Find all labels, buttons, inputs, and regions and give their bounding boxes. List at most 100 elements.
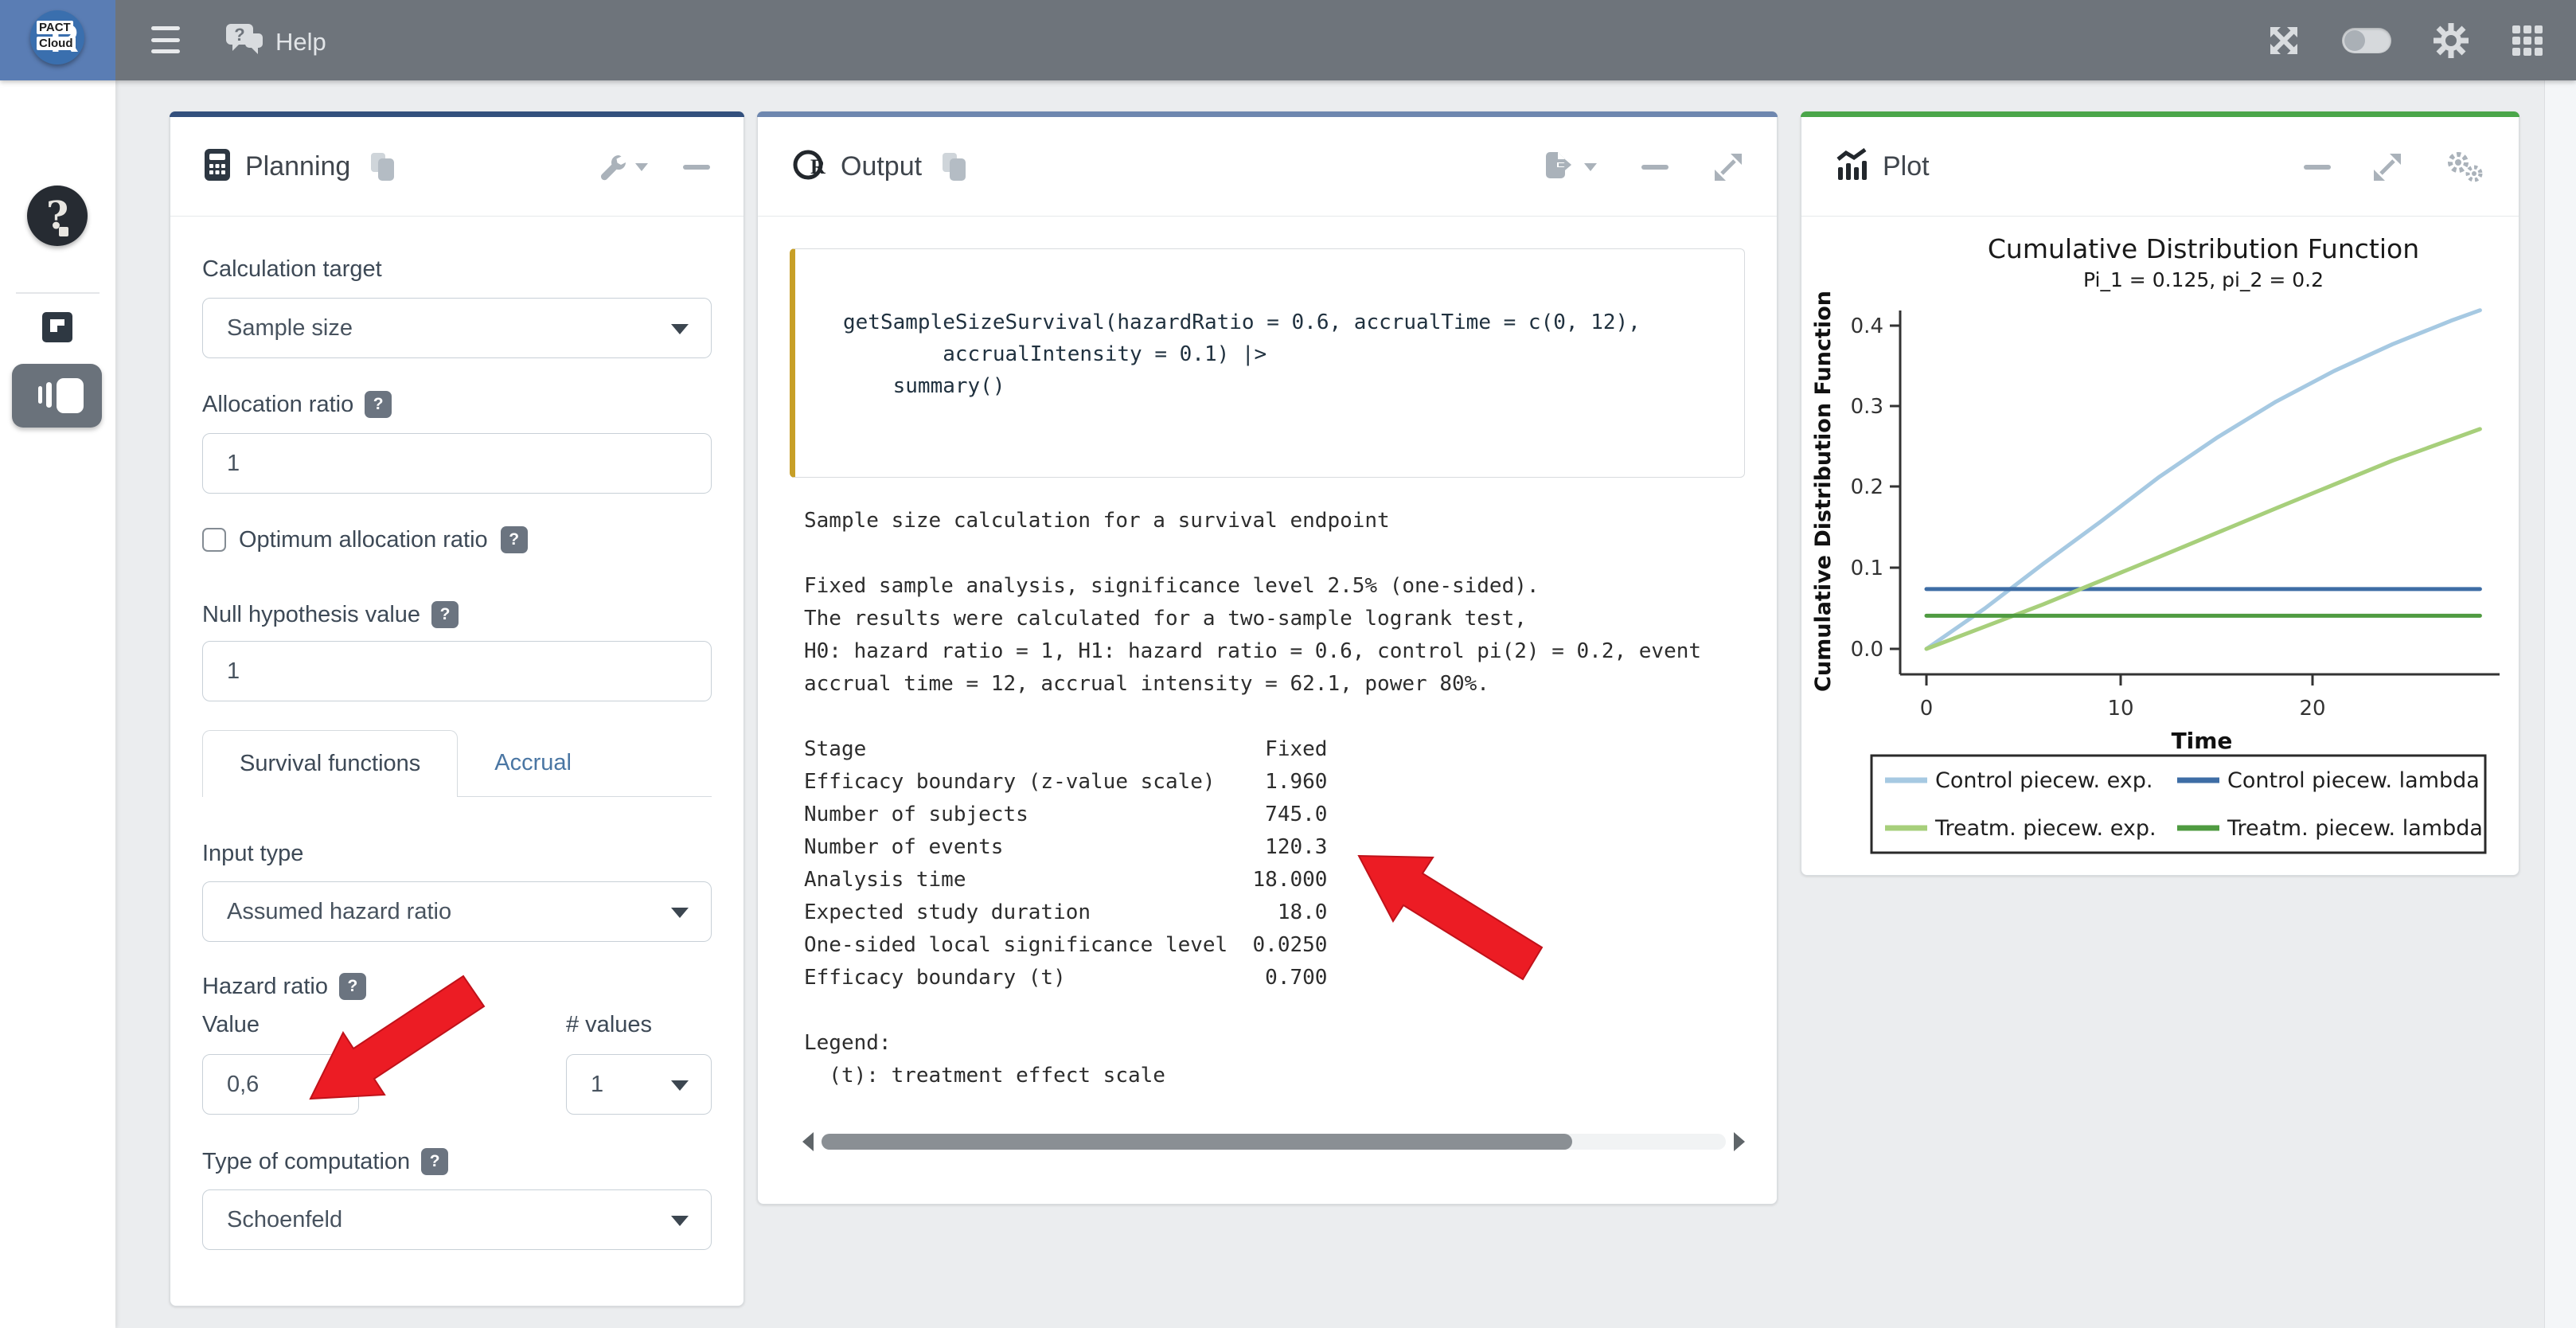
help-label: Help bbox=[275, 28, 326, 57]
grid-icon[interactable] bbox=[2511, 24, 2544, 57]
null-hypothesis-label-text: Null hypothesis value bbox=[202, 600, 420, 629]
legend-label: Treatm. piecew. exp. bbox=[1934, 816, 2156, 841]
logo-text-cloud: Cloud bbox=[37, 37, 76, 50]
hamburger-icon[interactable] bbox=[151, 26, 180, 53]
toggle-knob bbox=[2344, 30, 2365, 51]
scrollbar-track[interactable] bbox=[822, 1134, 1726, 1150]
help-badge-icon[interactable]: ? bbox=[421, 1148, 448, 1175]
plot-panel: Plot bbox=[1801, 111, 2519, 876]
output-accent-bar bbox=[757, 111, 1778, 117]
hazard-ratio-value-input[interactable]: 0,6 bbox=[202, 1054, 359, 1115]
help-badge-icon[interactable]: ? bbox=[365, 391, 392, 418]
chevron-down-icon bbox=[671, 908, 689, 918]
input-type-label-text: Input type bbox=[202, 839, 303, 868]
minus-icon bbox=[2304, 165, 2331, 170]
output-panel: R Output bbox=[757, 111, 1778, 1205]
expand-icon bbox=[2372, 152, 2402, 182]
hazard-ratio-label: Hazard ratio ? bbox=[202, 972, 712, 1001]
export-button[interactable] bbox=[1543, 151, 1597, 183]
expand-icon bbox=[1713, 152, 1743, 182]
plot-title: Plot bbox=[1883, 151, 1930, 182]
copy-icon[interactable] bbox=[371, 153, 395, 182]
tab-accrual-label: Accrual bbox=[494, 750, 572, 776]
sidebar-divider bbox=[16, 292, 100, 294]
svg-text:0: 0 bbox=[1920, 697, 1934, 721]
plot-settings-button[interactable] bbox=[2444, 150, 2485, 185]
expand-button[interactable] bbox=[1713, 152, 1743, 182]
svg-text:0.1: 0.1 bbox=[1851, 557, 1883, 580]
scrollbar-thumb[interactable] bbox=[822, 1134, 1572, 1150]
chart-icon bbox=[1835, 148, 1868, 186]
allocation-ratio-input[interactable]: 1 bbox=[202, 433, 712, 494]
computation-type-label: Type of computation ? bbox=[202, 1147, 712, 1176]
value-label: Value bbox=[202, 1010, 359, 1039]
calculation-target-select[interactable]: Sample size bbox=[202, 298, 712, 358]
planning-header: Planning bbox=[170, 118, 744, 217]
calculator-icon bbox=[204, 148, 231, 186]
scroll-left-icon[interactable] bbox=[802, 1132, 814, 1151]
tab-strip: Accrual bbox=[458, 730, 712, 797]
tab-survival-functions[interactable]: Survival functions bbox=[202, 730, 458, 797]
rpact-logo-icon: R PACT Cloud bbox=[30, 10, 84, 64]
logo-text-pact: PACT bbox=[37, 21, 73, 34]
help-badge-icon[interactable]: ? bbox=[501, 526, 528, 553]
app-logo[interactable]: R PACT Cloud bbox=[0, 0, 115, 80]
optimum-allocation-checkbox[interactable] bbox=[202, 528, 226, 552]
help-button[interactable]: ? Help bbox=[224, 21, 326, 63]
num-values-select[interactable]: 1 bbox=[566, 1054, 712, 1115]
collapse-button[interactable] bbox=[2304, 165, 2331, 170]
planning-accent-bar bbox=[170, 111, 744, 117]
chevron-down-icon bbox=[635, 163, 648, 171]
panels-icon bbox=[12, 364, 102, 428]
legend-label: Control piecew. lambda bbox=[2227, 768, 2480, 793]
series-control-piecew-exp bbox=[1926, 311, 2480, 649]
help-badge-icon[interactable]: ? bbox=[339, 973, 366, 1000]
tab-accrual[interactable]: Accrual bbox=[458, 730, 608, 796]
r-output-text: Sample size calculation for a survival e… bbox=[804, 505, 1721, 1092]
horizontal-scrollbar bbox=[802, 1132, 1745, 1151]
optimum-allocation-row: Optimum allocation ratio ? bbox=[202, 526, 712, 553]
r-code-block: getSampleSizeSurvival(hazardRatio = 0.6,… bbox=[790, 248, 1745, 478]
help-chat-icon: ? bbox=[224, 21, 266, 63]
svg-text:?: ? bbox=[234, 25, 244, 45]
copy-icon[interactable] bbox=[943, 153, 966, 182]
expand-button[interactable] bbox=[2372, 152, 2402, 182]
output-body: getSampleSizeSurvival(hazardRatio = 0.6,… bbox=[758, 217, 1777, 1204]
null-hypothesis-input[interactable]: 1 bbox=[202, 641, 712, 701]
x-axis-label: Time bbox=[2172, 728, 2233, 754]
y-axis-label: Cumulative Distribution Function bbox=[1811, 291, 1836, 692]
sidebar: ? bbox=[0, 80, 115, 1328]
svg-text:R: R bbox=[810, 155, 825, 178]
sidebar-item-flag-icon[interactable] bbox=[42, 312, 72, 342]
svg-text:0.2: 0.2 bbox=[1851, 475, 1883, 499]
x-tick-marks bbox=[1926, 674, 2313, 685]
page-scrollbar-gutter[interactable] bbox=[2544, 80, 2576, 1328]
svg-text:0.3: 0.3 bbox=[1851, 395, 1883, 419]
sun-icon[interactable] bbox=[2433, 22, 2469, 59]
output-title: Output bbox=[841, 151, 922, 182]
tab-survival-functions-label: Survival functions bbox=[240, 751, 420, 777]
allocation-ratio-label-text: Allocation ratio bbox=[202, 390, 353, 419]
collapse-button[interactable] bbox=[683, 165, 710, 170]
input-type-select[interactable]: Assumed hazard ratio bbox=[202, 881, 712, 942]
hazard-ratio-label-text: Hazard ratio bbox=[202, 972, 328, 1001]
output-header: R Output bbox=[758, 118, 1777, 217]
computation-type-label-text: Type of computation bbox=[202, 1147, 410, 1176]
r-code: getSampleSizeSurvival(hazardRatio = 0.6,… bbox=[795, 249, 1744, 402]
sidebar-item-active[interactable] bbox=[12, 364, 102, 428]
legend-label: Control piecew. exp. bbox=[1935, 768, 2153, 793]
computation-type-select[interactable]: Schoenfeld bbox=[202, 1189, 712, 1250]
theme-toggle[interactable] bbox=[2342, 28, 2391, 53]
scroll-right-icon[interactable] bbox=[1734, 1132, 1745, 1151]
arrows-out-icon[interactable] bbox=[2267, 24, 2301, 57]
chart-subtitle: Pi_1 = 0.125, pi_2 = 0.2 bbox=[2083, 268, 2324, 291]
help-badge-icon[interactable]: ? bbox=[431, 601, 459, 628]
avatar[interactable]: ? bbox=[27, 186, 88, 246]
minus-icon bbox=[1641, 165, 1669, 170]
null-hypothesis-label: Null hypothesis value ? bbox=[202, 600, 712, 629]
y-tick-marks bbox=[1890, 326, 1900, 649]
topbar: R PACT Cloud ? Help bbox=[0, 0, 2576, 80]
chart-legend: Control piecew. exp. Control piecew. lam… bbox=[1872, 756, 2485, 853]
collapse-button[interactable] bbox=[1641, 165, 1669, 170]
settings-wrench-button[interactable] bbox=[599, 153, 648, 182]
